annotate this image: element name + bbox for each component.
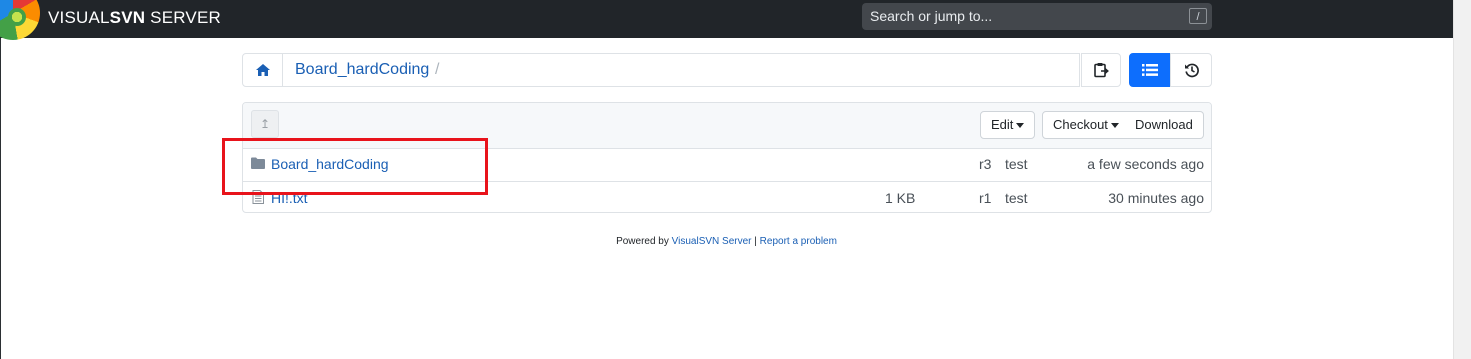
clipboard-icon [1094,63,1109,78]
visualsvn-link[interactable]: VisualSVN Server [672,236,752,247]
brand-title[interactable]: VISUALSVN SERVER [48,8,221,28]
report-problem-link[interactable]: Report a problem [760,236,837,247]
entry-author: test [1005,156,1028,172]
entry-name-link[interactable]: HI!.txt [271,190,308,206]
caret-down-icon [1016,123,1025,129]
home-icon [256,64,270,76]
top-navbar: VISUALSVN SERVER Search or jump to... / [0,0,1453,40]
search-placeholder: Search or jump to... [870,8,993,24]
entry-size: 1 KB [885,190,916,206]
arrow-up-icon: ↥ [259,117,271,131]
checkout-label: Checkout [1053,117,1108,132]
edit-dropdown-button[interactable]: Edit [980,111,1036,139]
breadcrumb: Board_hardCoding / [242,53,1080,87]
breadcrumb-separator: / [435,61,440,78]
list-view-button[interactable] [1129,53,1171,87]
brand-prefix: VISUAL [48,8,110,27]
visualsvn-logo-icon[interactable] [0,0,40,40]
copy-url-button[interactable] [1081,53,1121,87]
list-icon [1142,64,1158,76]
entry-modified: 30 minutes ago [1108,190,1204,206]
page-footer: Powered by VisualSVN Server | Report a p… [0,236,1453,247]
caret-down-icon [1110,123,1119,129]
list-item[interactable]: Board_hardCoding r3 test a few seconds a… [243,148,1211,182]
brand-bold: SVN [109,8,146,27]
entry-modified: a few seconds ago [1087,156,1204,172]
entry-revision[interactable]: r1 [979,190,991,206]
entry-revision[interactable]: r3 [979,156,991,172]
file-icon [252,190,264,204]
edit-label: Edit [991,117,1014,132]
breadcrumb-repo-link[interactable]: Board_hardCoding [295,61,429,79]
brand-suffix: SERVER [145,8,221,27]
history-icon [1185,63,1199,78]
home-button[interactable] [243,54,283,86]
search-input[interactable]: Search or jump to... / [862,3,1212,30]
footer-divider: | [751,236,760,247]
download-button[interactable]: Download [1125,111,1204,139]
folder-icon [251,157,265,169]
window-edge [0,0,1,359]
entry-author: test [1005,190,1028,206]
listing-toolbar: ↥ Edit Checkout Download [243,103,1211,149]
search-shortcut-hint: / [1189,8,1207,24]
checkout-dropdown-button[interactable]: Checkout [1042,111,1130,139]
history-button[interactable] [1170,53,1212,87]
footer-prefix: Powered by [616,236,672,247]
file-listing: ↥ Edit Checkout Download Board_hardCodin… [242,102,1212,213]
list-item[interactable]: HI!.txt 1 KB r1 test 30 minutes ago [243,182,1211,212]
entry-name-link[interactable]: Board_hardCoding [271,156,389,172]
parent-directory-button[interactable]: ↥ [251,110,279,138]
vertical-scrollbar[interactable] [1453,0,1471,359]
